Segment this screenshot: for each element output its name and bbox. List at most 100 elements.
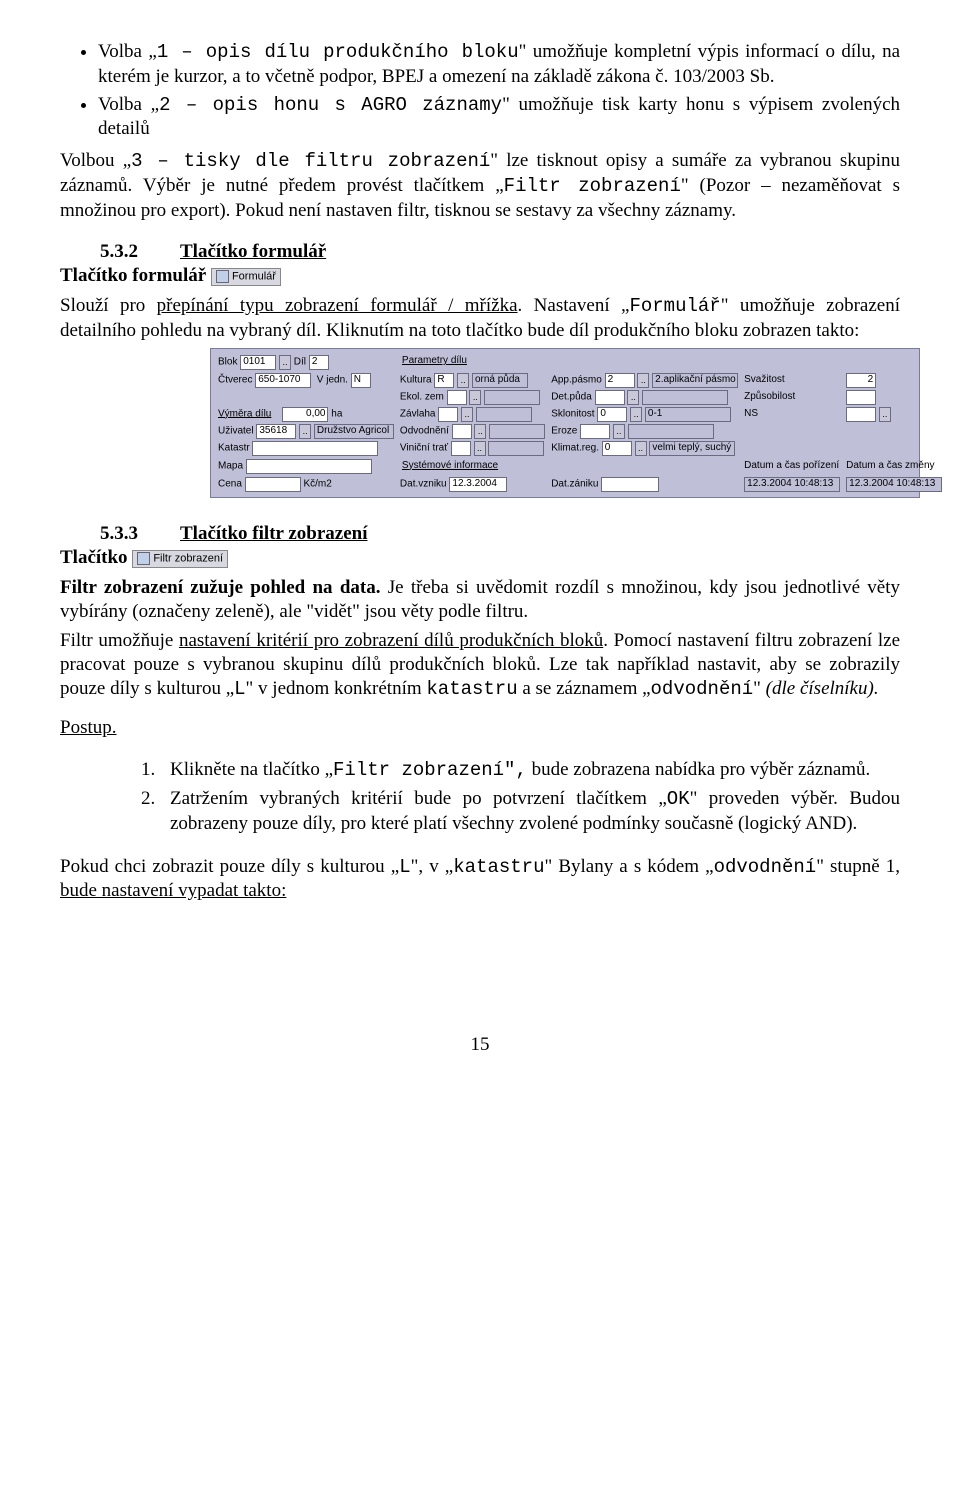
app-label: App.pásmo (551, 374, 602, 385)
heading-5-3-3: 5.3.3Tlačítko filtr zobrazení (60, 522, 900, 546)
dropdown-icon[interactable]: .. (279, 355, 291, 370)
paragraph: Volbou „3 – tisky dle filtru zobrazení" … (60, 149, 900, 222)
postup-list: Klikněte na tlačítko „Filtr zobrazení", … (60, 758, 900, 835)
ekol-text (484, 390, 540, 405)
ekol-label: Ekol. zem (400, 391, 444, 402)
katastr-field[interactable] (252, 441, 378, 456)
ekol-field[interactable] (447, 390, 467, 405)
app-field[interactable]: 2 (605, 373, 635, 388)
dil-label: Díl (294, 356, 306, 367)
vymera-field[interactable]: 0,00 (282, 407, 328, 422)
bold-text: Filtr zobrazení zužuje pohled na data. (60, 577, 380, 598)
vymera-label: Výměra dílu (218, 408, 271, 419)
datvz-field[interactable]: 12.3.2004 (449, 477, 507, 492)
mono-text: Filtr zobrazení", (333, 759, 527, 781)
heading-5-3-2: 5.3.2Tlačítko formulář (60, 240, 900, 264)
ns-label: NS (744, 408, 758, 419)
mapa-label: Mapa (218, 460, 243, 471)
odvodneni-field[interactable] (452, 424, 472, 439)
text: Slouží pro (60, 295, 157, 316)
zpus-label: Způsobilost (744, 391, 795, 402)
klimat-field[interactable]: 0 (602, 441, 632, 456)
svaz-field[interactable]: 2 (846, 373, 876, 388)
datpor-field: 12.3.2004 10:48:13 (744, 477, 840, 492)
form-panel: Blok 0101 .. Díl 2 Parametry dílu Čtvere… (210, 348, 920, 498)
paragraph: Slouží pro přepínání typu zobrazení form… (60, 294, 900, 343)
dropdown-icon[interactable]: .. (474, 441, 486, 456)
paragraph: Filtr zobrazení zužuje pohled na data. J… (60, 576, 900, 624)
mono-text: katastru (426, 678, 517, 700)
text: . Nastavení „ (518, 295, 630, 316)
mono-text: katastru (453, 856, 544, 878)
dropdown-icon[interactable]: .. (457, 373, 469, 388)
sklon-label: Sklonitost (551, 408, 594, 419)
text: Volbou „ (60, 150, 131, 171)
section-title-params: Parametry dílu (402, 355, 942, 368)
sklon-field[interactable]: 0 (597, 407, 627, 422)
dropdown-icon[interactable]: .. (461, 407, 473, 422)
dropdown-icon[interactable]: .. (637, 373, 649, 388)
dropdown-icon[interactable]: .. (613, 424, 625, 439)
det-label: Det.půda (551, 391, 592, 402)
vinic-label: Viniční trať (400, 442, 448, 453)
datvz-label: Dat.vzniku (400, 479, 447, 490)
kultura-field[interactable]: R (434, 373, 454, 388)
button-label: Filtr zobrazení (153, 552, 223, 564)
dropdown-icon[interactable]: .. (469, 390, 481, 405)
dropdown-icon[interactable]: .. (474, 424, 486, 439)
filtr-button[interactable]: Filtr zobrazení (132, 550, 228, 568)
vjedn-field[interactable]: N (351, 373, 371, 388)
mono-text: odvodnění (714, 856, 817, 878)
text: " v jednom konkrétním (246, 678, 427, 699)
dil-field[interactable]: 2 (309, 355, 329, 370)
dropdown-icon[interactable]: .. (299, 424, 311, 439)
datzm-field: 12.3.2004 10:48:13 (846, 477, 942, 492)
underline-text: bude nastavení vypadat takto: (60, 880, 286, 901)
eroze-field[interactable] (580, 424, 610, 439)
datzan-field[interactable] (601, 477, 659, 492)
cena-unit: Kč/m2 (303, 479, 331, 490)
uzivatel-field[interactable]: 35618 (256, 424, 296, 439)
zpus-field[interactable] (846, 390, 876, 405)
mapa-field[interactable] (246, 459, 372, 474)
det-field[interactable] (595, 390, 625, 405)
form-icon (216, 270, 229, 283)
text: " Bylany a s kódem „ (544, 856, 713, 877)
mono-text: odvodnění (651, 678, 754, 700)
zavlaha-field[interactable] (438, 407, 458, 422)
underline-text: Postup. (60, 717, 117, 738)
cena-field[interactable] (245, 477, 301, 492)
blok-field[interactable]: 0101 (240, 355, 276, 370)
mono-text: L (234, 678, 245, 700)
page-number: 15 (60, 1033, 900, 1057)
cena-label: Cena (218, 479, 242, 490)
form-header-row: Blok 0101 .. Díl 2 Parametry dílu Čtvere… (215, 352, 945, 493)
text: a se záznamem „ (518, 678, 651, 699)
section-title-sys: Systémové informace (402, 460, 738, 473)
text: Zatržením vybraných kritérií bude po pot… (170, 788, 667, 809)
eroze-text (628, 424, 714, 439)
katastr-label: Katastr (218, 442, 250, 453)
dropdown-icon[interactable]: .. (879, 407, 891, 422)
blok-label: Blok (218, 356, 237, 367)
postup-label: Postup. (60, 716, 900, 740)
text: Volba „ (98, 41, 157, 62)
klimat-text: velmi teplý, suchý (649, 441, 735, 456)
ctverec-field[interactable]: 650-1070 (255, 373, 311, 388)
dropdown-icon[interactable]: .. (627, 390, 639, 405)
ns-field[interactable] (846, 407, 876, 422)
formular-button[interactable]: Formulář (211, 268, 281, 286)
paragraph: Filtr umožňuje nastavení kritérií pro zo… (60, 629, 900, 701)
text: Pokud chci zobrazit pouze díly s kulturo… (60, 856, 399, 877)
mono-text: 1 – opis dílu produkčního bloku (157, 41, 519, 63)
uzivatel-text: Družstvo Agricol (314, 424, 394, 439)
vjedn-label: V jedn. (317, 374, 348, 385)
dropdown-icon[interactable]: .. (635, 441, 647, 456)
mono-text: Filtr zobrazení (504, 175, 681, 197)
vinic-field[interactable] (451, 441, 471, 456)
italic-text: (dle číselníku). (766, 678, 879, 699)
heading-text: Tlačítko formulář (180, 241, 326, 262)
klimat-label: Klimat.reg. (551, 442, 599, 453)
dropdown-icon[interactable]: .. (630, 407, 642, 422)
datzan-label: Dat.zániku (551, 479, 598, 490)
